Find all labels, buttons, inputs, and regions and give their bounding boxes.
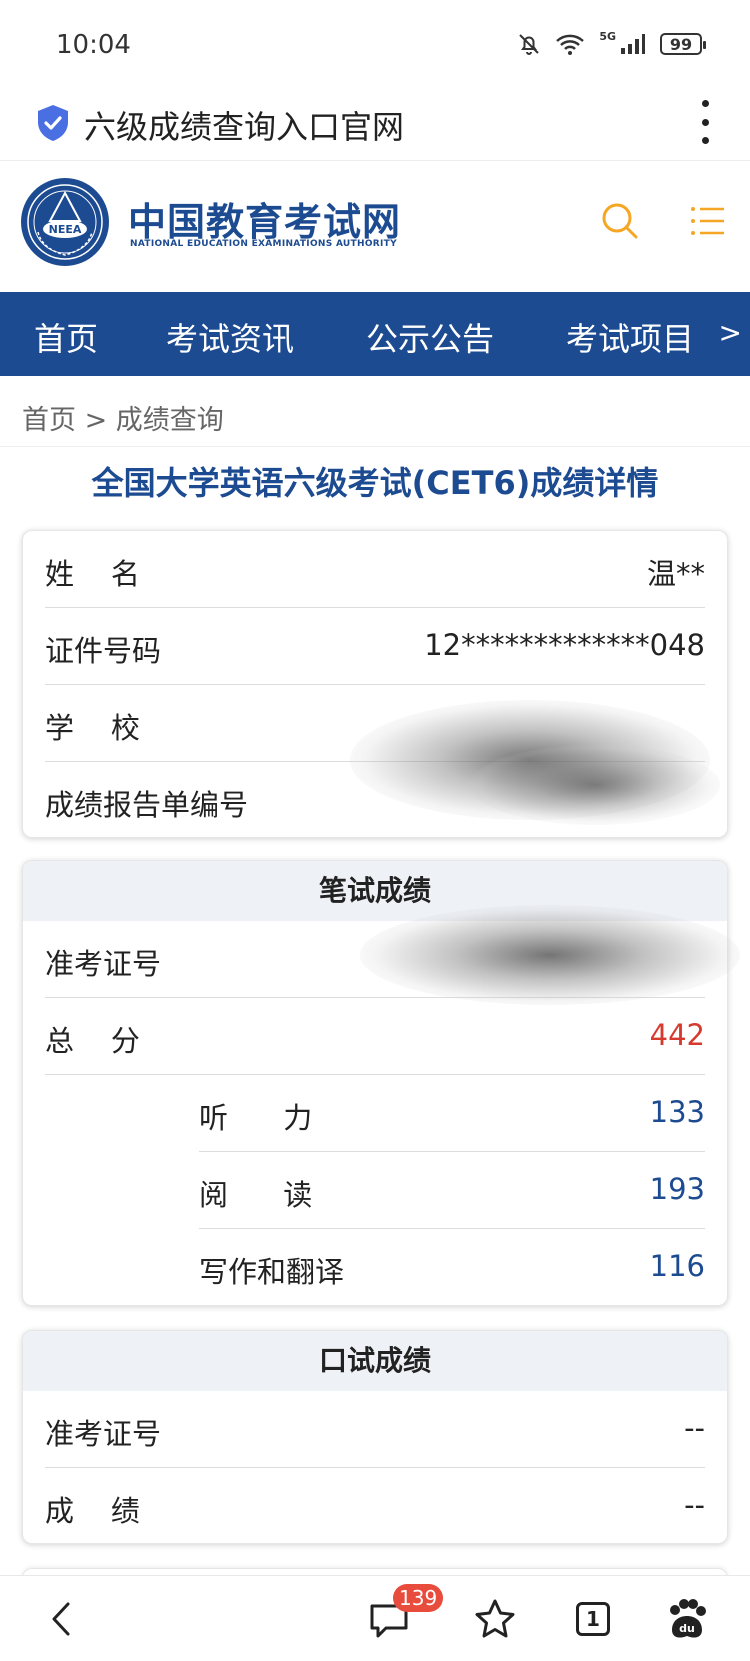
more-menu-icon[interactable]	[698, 100, 712, 144]
site-name-en: NATIONAL EDUCATION EXAMINATIONS AUTHORIT…	[130, 239, 397, 249]
signal-icon	[621, 34, 645, 54]
listening-row: 听 力 133	[199, 1075, 705, 1152]
oral-score-row: 成 绩 --	[45, 1468, 705, 1543]
writing-translation-row: 写作和翻译 116	[199, 1229, 705, 1305]
status-bar: 10:04 5G 99	[0, 0, 750, 90]
sub-score-label: 阅 读	[199, 1178, 313, 1212]
total-score-value: 442	[649, 1018, 705, 1052]
nav-item-notices[interactable]: 公示公告	[366, 314, 494, 360]
sub-score-label: 写作和翻译	[199, 1255, 345, 1289]
search-icon[interactable]	[600, 201, 640, 241]
ticket-label: 准考证号	[45, 1417, 162, 1451]
nav-item-exams[interactable]: 考试项目	[566, 314, 694, 360]
reading-row: 阅 读 193	[199, 1152, 705, 1229]
oral-score-card: 口试成绩 准考证号 -- 成 绩 --	[22, 1330, 728, 1544]
info-value: 12*************048	[424, 628, 705, 662]
info-label: 学 校	[45, 711, 140, 745]
nav-item-news[interactable]: 考试资讯	[166, 314, 294, 360]
list-menu-icon[interactable]	[688, 201, 728, 241]
shield-icon	[38, 105, 68, 141]
info-label: 成绩报告单编号	[45, 788, 249, 822]
page-title: 全国大学英语六级考试(CET6)成绩详情	[91, 464, 659, 502]
status-icons: 5G 99	[517, 29, 706, 56]
baidu-paw-icon[interactable]: du	[664, 1596, 710, 1642]
oral-score-label: 成 绩	[45, 1494, 140, 1528]
total-score-row: 总 分 442	[45, 998, 705, 1075]
sub-score-label: 听 力	[199, 1101, 313, 1135]
total-score-label: 总 分	[45, 1024, 140, 1058]
oral-score-value: --	[684, 1488, 705, 1522]
star-icon[interactable]	[472, 1596, 518, 1642]
sub-score-value: 193	[649, 1172, 705, 1206]
svg-text:NEEA: NEEA	[49, 223, 82, 236]
oral-score-header: 口试成绩	[23, 1331, 727, 1391]
info-row-id: 证件号码 12*************048	[45, 608, 705, 685]
ticket-label: 准考证号	[45, 947, 162, 981]
info-label: 证件号码	[45, 634, 162, 668]
info-label: 姓 名	[45, 557, 140, 591]
breadcrumb[interactable]: 首页 > 成绩查询	[22, 398, 224, 437]
back-icon[interactable]	[40, 1596, 86, 1642]
sub-score-value: 116	[649, 1249, 705, 1283]
mute-bell-icon	[519, 34, 540, 55]
status-time: 10:04	[56, 30, 131, 60]
wifi-icon	[556, 34, 585, 55]
sub-score-value: 133	[649, 1095, 705, 1129]
browser-bottom-toolbar: 139 1 du	[0, 1575, 750, 1661]
tab-count-icon[interactable]: 1	[576, 1602, 610, 1636]
info-value: 温**	[646, 557, 705, 591]
redaction-smudge	[470, 745, 720, 825]
neea-emblem-icon[interactable]: NEEA	[20, 177, 110, 267]
oral-ticket-row: 准考证号 --	[45, 1391, 705, 1468]
browser-url-bar[interactable]: 六级成绩查询入口官网	[0, 90, 750, 160]
site-name-cn: 中国教育考试网	[128, 200, 402, 244]
battery-icon: 99	[660, 33, 706, 55]
redaction-smudge	[360, 905, 740, 1005]
main-nav: 首页 考试资讯 公示公告 考试项目 >	[0, 292, 750, 376]
svg-text:du: du	[679, 1622, 695, 1635]
site-header: NEEA 中国教育考试网 NATIONAL EDUCATION EXAMINAT…	[0, 160, 750, 292]
comment-count-badge: 139	[393, 1584, 444, 1612]
network-type-label: 5G	[599, 29, 616, 43]
nav-more-arrow[interactable]: >	[719, 316, 742, 349]
info-row-name: 姓 名 温**	[45, 531, 705, 608]
page-url-title[interactable]: 六级成绩查询入口官网	[84, 102, 404, 148]
ticket-value: --	[684, 1411, 705, 1445]
divider	[0, 446, 750, 447]
nav-item-home[interactable]: 首页	[34, 314, 98, 360]
